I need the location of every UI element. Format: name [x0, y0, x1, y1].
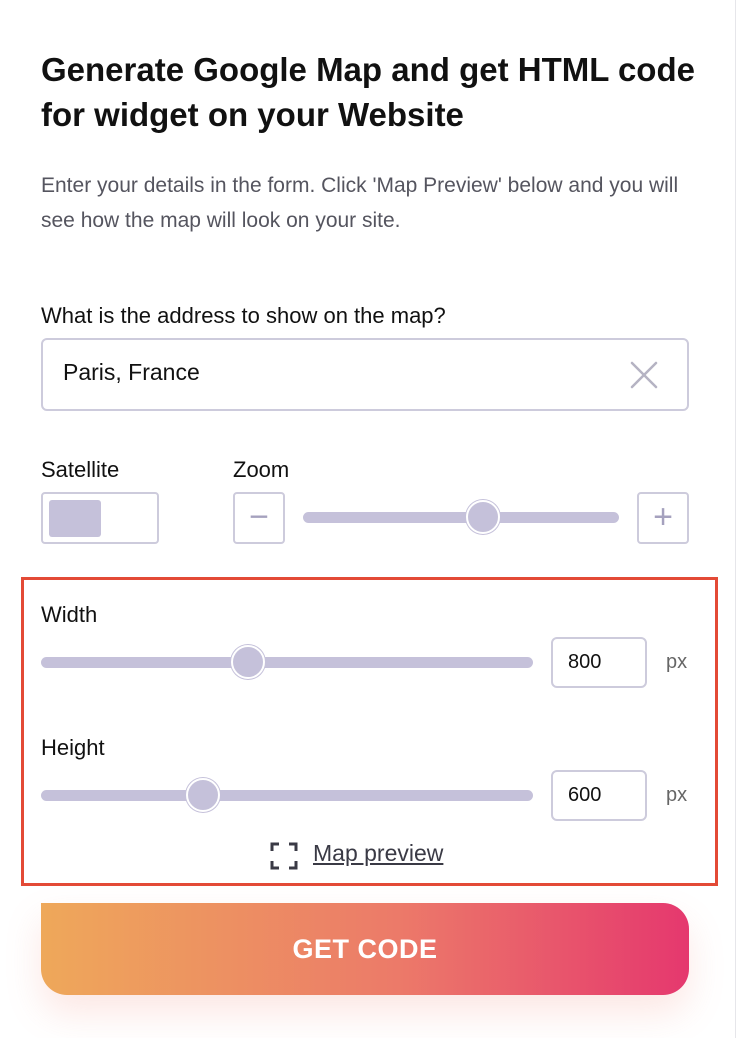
address-label: What is the address to show on the map? [41, 303, 446, 328]
clear-icon[interactable] [629, 360, 659, 390]
zoom-slider-thumb[interactable] [466, 500, 501, 534]
map-preview-label[interactable]: Map preview [313, 840, 443, 867]
zoom-label: Zoom [233, 457, 290, 482]
width-input[interactable]: 800 [551, 637, 647, 688]
zoom-out-button[interactable]: − [233, 492, 285, 544]
address-value[interactable]: Paris, France [63, 359, 200, 386]
satellite-toggle[interactable] [41, 492, 159, 544]
height-label: Height [41, 735, 105, 760]
zoom-slider-track[interactable] [303, 512, 619, 523]
width-unit: px [666, 651, 688, 673]
zoom-in-button[interactable]: + [637, 492, 689, 544]
page-subtitle: Enter your details in the form. Click 'M… [41, 174, 679, 232]
width-slider-track[interactable] [41, 657, 533, 668]
get-code-button[interactable]: GET CODE [41, 903, 689, 995]
page-title: Generate Google Map and get HTML code fo… [41, 51, 695, 133]
fullscreen-icon [270, 842, 298, 870]
toggle-knob [49, 500, 101, 537]
height-input[interactable]: 600 [551, 770, 647, 821]
satellite-label: Satellite [41, 457, 120, 482]
height-slider-track[interactable] [41, 790, 533, 801]
address-input[interactable]: Paris, France [41, 338, 689, 411]
height-unit: px [666, 784, 688, 806]
width-slider-thumb[interactable] [230, 645, 265, 679]
map-generator-card: Generate Google Map and get HTML code fo… [0, 0, 736, 1038]
width-label: Width [41, 602, 98, 627]
